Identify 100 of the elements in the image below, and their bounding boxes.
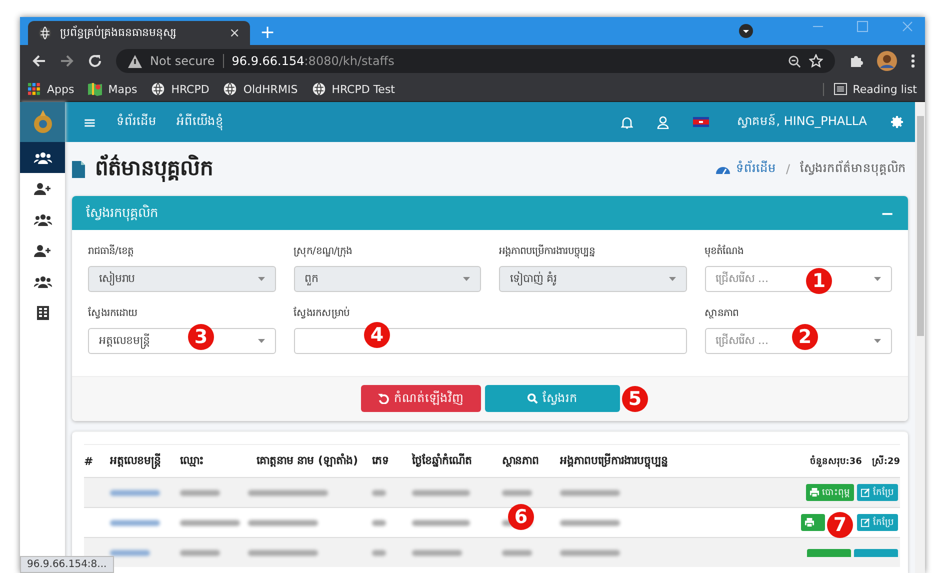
kebab-menu-icon[interactable] bbox=[911, 54, 915, 68]
blurred-text bbox=[560, 490, 620, 496]
caret-icon bbox=[874, 339, 881, 343]
bookmark[interactable]: Maps bbox=[88, 82, 138, 96]
zoom-out-icon[interactable] bbox=[788, 54, 801, 68]
page-title: ព័ត៌មានបុគ្គលិក bbox=[95, 154, 213, 184]
collapse-button[interactable]: − bbox=[880, 204, 894, 222]
caret-icon bbox=[258, 339, 264, 343]
search-input[interactable] bbox=[294, 328, 686, 354]
bookmark[interactable]: Apps bbox=[28, 82, 74, 96]
column-header: ថ្ងៃខែឆ្នាំកំណើត bbox=[412, 453, 473, 469]
star-icon[interactable] bbox=[809, 54, 823, 68]
column-header: ឈ្មោះ bbox=[180, 453, 205, 469]
reading-list-button[interactable]: Reading list bbox=[822, 82, 917, 96]
apps-grid-icon bbox=[28, 82, 41, 96]
blurred-text bbox=[560, 520, 620, 526]
bookmark[interactable]: HRCPD Test bbox=[312, 82, 395, 96]
edit-button[interactable]: កែប្រែ bbox=[857, 484, 898, 501]
sidebar-item[interactable] bbox=[20, 142, 65, 173]
search-button[interactable]: ស្វែងរក bbox=[484, 385, 620, 412]
globe-icon bbox=[151, 82, 166, 96]
breadcrumb-link[interactable]: ទំព័រដើម bbox=[736, 160, 776, 178]
globe-icon bbox=[38, 26, 52, 40]
scrollbar-thumb[interactable] bbox=[916, 116, 924, 336]
reset-button[interactable]: កំណត់ឡើងវិញ bbox=[360, 385, 480, 412]
settings-icon[interactable] bbox=[891, 116, 903, 128]
print-button[interactable] bbox=[807, 548, 851, 556]
search-icon bbox=[526, 393, 538, 404]
column-header: គោត្តនាម នាម (ឡាតាំង) bbox=[255, 453, 359, 469]
field-label: ស្រុក/ខណ្ឌ/ក្រុង bbox=[294, 245, 354, 259]
nav-link[interactable]: អំពីយើងខ្ញុំ bbox=[176, 113, 224, 131]
bookmark[interactable]: OldHRMIS bbox=[223, 82, 298, 96]
blurred-text bbox=[180, 520, 240, 526]
caret-icon bbox=[463, 277, 470, 281]
document-icon bbox=[72, 160, 85, 178]
field-label: ស្វែងរកសម្រាប់ bbox=[294, 306, 350, 321]
nav-link[interactable]: ទំព័រដើម bbox=[116, 113, 156, 131]
back-icon[interactable] bbox=[32, 54, 46, 68]
flag-icon[interactable] bbox=[693, 117, 710, 127]
column-header: ចំនួនសរុប:36 bbox=[808, 454, 863, 468]
reload-icon[interactable] bbox=[88, 54, 102, 68]
globe-icon bbox=[223, 82, 238, 96]
print-button[interactable]: បោះពុម្ព bbox=[806, 484, 854, 501]
edit-button[interactable]: កែប្រែ bbox=[857, 514, 898, 531]
blurred-text bbox=[502, 550, 532, 556]
status-url: 96.9.66.154:8... bbox=[20, 556, 114, 573]
blurred-text bbox=[560, 550, 620, 556]
close-tab-button[interactable]: × bbox=[229, 26, 240, 40]
breadcrumb-separator: / bbox=[786, 162, 790, 176]
column-header: ស្រី:29 bbox=[872, 454, 900, 468]
breadcrumb-current: ស្វែងរកព័ត៌មានបុគ្គលិក bbox=[800, 160, 906, 178]
blurred-text bbox=[412, 520, 470, 526]
menu-button[interactable]: ≡ bbox=[83, 112, 96, 132]
edit-icon bbox=[861, 518, 870, 527]
warning-icon bbox=[128, 54, 142, 68]
printer-icon bbox=[805, 518, 814, 527]
blurred-text bbox=[372, 520, 386, 526]
field-label: ស្ថានភាព bbox=[704, 307, 740, 321]
blurred-text bbox=[372, 490, 386, 496]
field-label: ស្វែងរកដោយ bbox=[88, 306, 139, 321]
edit-icon bbox=[861, 488, 870, 497]
security-label: Not secure bbox=[150, 54, 215, 68]
column-header: ស្ថានភាព bbox=[502, 453, 540, 469]
avatar-icon[interactable] bbox=[877, 51, 897, 71]
url-text: 96.9.66.154:8080/kh/staffs bbox=[232, 54, 394, 68]
panel-title: ស្វែងរកបុគ្គលិក bbox=[86, 204, 158, 222]
blurred-text bbox=[248, 550, 318, 556]
print-button[interactable] bbox=[801, 514, 825, 531]
bookmark[interactable]: HRCPD bbox=[151, 82, 210, 96]
caret-icon bbox=[874, 277, 881, 281]
new-tab-button[interactable]: + bbox=[260, 21, 276, 45]
user-icon[interactable] bbox=[657, 116, 670, 128]
globe-icon bbox=[312, 82, 326, 96]
column-header: ភេទ bbox=[372, 453, 390, 469]
caret-icon bbox=[258, 277, 264, 281]
browser-tab[interactable]: ប្រព័ន្ធគ្រប់គ្រងធនធានមនុស្ស × bbox=[28, 21, 250, 45]
edit-button[interactable] bbox=[854, 548, 898, 556]
users-icon bbox=[34, 214, 52, 226]
column-header: អង្គភាពបម្រើការងារបច្ចុប្បន្ន bbox=[560, 453, 669, 469]
tab-title: ប្រព័ន្ធគ្រប់គ្រងធនធានមនុស្ស bbox=[60, 25, 177, 41]
blurred-text bbox=[502, 490, 532, 496]
caret-icon bbox=[668, 277, 676, 281]
blurred-text bbox=[110, 520, 160, 526]
blurred-text bbox=[180, 550, 220, 556]
forward-icon[interactable] bbox=[60, 54, 74, 68]
address-bar[interactable]: Not secure 96.9.66.154:8080/kh/staffs bbox=[116, 49, 835, 73]
users-icon bbox=[34, 276, 52, 288]
blurred-text bbox=[412, 490, 470, 496]
blurred-text bbox=[110, 490, 160, 496]
blurred-text bbox=[412, 550, 462, 556]
user-name[interactable]: ស្វាគមន៍, HING_PHALLA bbox=[737, 113, 867, 131]
printer-icon bbox=[810, 488, 819, 497]
users-icon bbox=[34, 152, 52, 164]
list-icon bbox=[834, 83, 847, 95]
field-label: រាជធានី/ខេត្ត bbox=[88, 244, 134, 259]
bell-icon[interactable] bbox=[621, 116, 634, 128]
blurred-text bbox=[248, 520, 318, 526]
profile-menu-icon[interactable] bbox=[739, 24, 753, 38]
add-user-icon bbox=[34, 182, 52, 195]
puzzle-icon[interactable] bbox=[849, 54, 863, 68]
